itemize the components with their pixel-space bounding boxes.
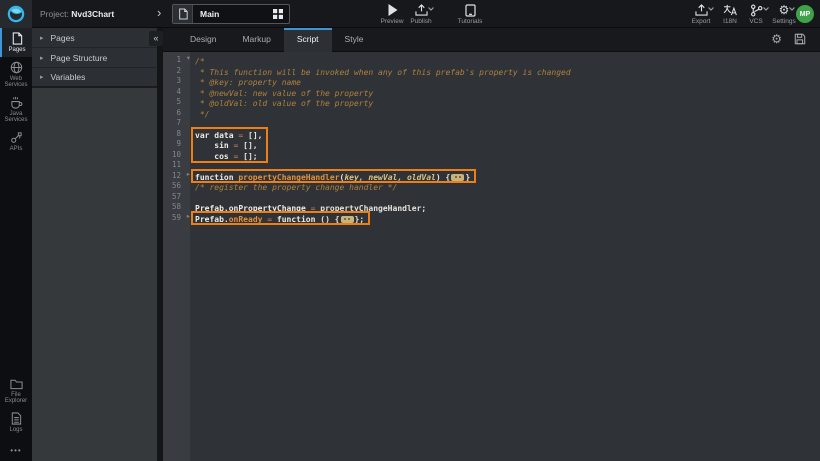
code-line[interactable]: * This function will be invoked when any… <box>190 66 820 77</box>
panel-splitter[interactable] <box>157 28 163 461</box>
rail-item-java-services[interactable]: Java Services <box>0 92 32 127</box>
code-line[interactable] <box>190 118 820 129</box>
pages-file-icon <box>11 32 23 45</box>
user-avatar[interactable]: MP <box>796 5 814 23</box>
code-line[interactable]: sin = [], <box>190 139 820 150</box>
app-logo[interactable] <box>0 0 32 28</box>
rail-item-logs[interactable]: Logs <box>0 408 32 437</box>
tab-design[interactable]: Design <box>177 28 229 52</box>
globe-icon <box>10 61 23 74</box>
panel-section-label: Pages <box>51 33 75 43</box>
line-number: 10 <box>163 150 190 161</box>
line-number: 57 <box>163 192 190 203</box>
chevron-down-icon <box>428 7 434 11</box>
chevron-right-icon: ▸ <box>40 54 44 62</box>
editor-tabs: DesignMarkupScriptStyle <box>163 28 820 52</box>
panel-section-page-structure[interactable]: ▸ Page Structure <box>32 48 157 68</box>
save-icon[interactable] <box>794 33 806 45</box>
export-upload-icon <box>695 4 708 16</box>
panel-collapse-button[interactable]: « <box>149 31 163 46</box>
panel-section-variables[interactable]: ▸ Variables <box>32 68 157 88</box>
wavemaker-logo-icon <box>7 5 25 23</box>
panel-section-label: Page Structure <box>51 53 108 63</box>
log-document-icon <box>10 412 22 425</box>
code-line[interactable]: var data = [], <box>190 129 820 140</box>
coffee-cup-icon <box>10 96 23 109</box>
line-number: 6 <box>163 108 190 119</box>
folded-code-widget[interactable] <box>451 174 464 181</box>
code-line[interactable]: * @oldVal: old value of the property <box>190 97 820 108</box>
tab-style[interactable]: Style <box>332 28 377 52</box>
line-number: 56 <box>163 181 190 192</box>
rail-item-file-explorer[interactable]: File Explorer <box>0 374 32 408</box>
tutorials-tablet-icon <box>465 4 476 16</box>
folder-icon <box>10 378 23 390</box>
project-title: Project: Nvd3Chart <box>40 9 114 19</box>
editor-settings-gear-icon[interactable]: ⚙ <box>771 32 782 46</box>
grid-icon[interactable] <box>273 9 283 19</box>
left-rail: Pages Web Services Java Services APIs Fi… <box>0 28 32 461</box>
project-label: Project: <box>40 9 69 19</box>
code-line[interactable]: Prefab.onPropertyChange = propertyChange… <box>190 202 820 213</box>
chevron-right-icon[interactable]: › <box>157 5 161 20</box>
play-icon <box>387 4 398 16</box>
translate-icon <box>723 4 737 16</box>
code-line[interactable]: cos = []; <box>190 150 820 161</box>
panel-section-pages[interactable]: ▸ Pages <box>32 28 157 48</box>
line-number-gutter: 1▾23456789101112▸56575859▸ <box>163 52 190 461</box>
code-editor[interactable]: 1▾23456789101112▸56575859▸ /* * This fun… <box>163 52 820 461</box>
rail-item-pages[interactable]: Pages <box>0 28 32 57</box>
line-number: 2 <box>163 66 190 77</box>
publish-button[interactable]: Publish <box>403 4 439 25</box>
line-number: 8 <box>163 129 190 140</box>
git-branch-icon <box>750 4 763 16</box>
panel-section-label: Variables <box>51 72 86 82</box>
tab-script[interactable]: Script <box>284 28 332 52</box>
rail-item-apis[interactable]: APIs <box>0 127 32 156</box>
code-line[interactable]: Prefab.onReady = function () {}; <box>190 213 820 224</box>
line-number: 3 <box>163 76 190 87</box>
code-content[interactable]: /* * This function will be invoked when … <box>190 52 820 461</box>
code-line[interactable] <box>190 160 820 171</box>
code-line[interactable]: /* register the property change handler … <box>190 181 820 192</box>
rail-item-web-services[interactable]: Web Services <box>0 57 32 92</box>
page-selector-dropdown[interactable]: Main <box>172 4 290 24</box>
line-number: 9 <box>163 139 190 150</box>
page-selector-value: Main <box>193 9 273 19</box>
gear-icon: ⚙ <box>779 4 790 16</box>
more-options-button[interactable]: ••• <box>0 436 32 455</box>
project-name: Nvd3Chart <box>71 9 114 19</box>
code-line[interactable]: * @newVal: new value of the property <box>190 87 820 98</box>
left-panel: ▸ Pages ▸ Page Structure ▸ Variables <box>32 28 157 461</box>
chevron-down-icon <box>789 7 795 11</box>
page-file-icon <box>173 5 193 23</box>
line-number: 4 <box>163 87 190 98</box>
api-nodes-icon <box>10 131 23 144</box>
editor-tab-bar: DesignMarkupScriptStyle ⚙ <box>163 28 820 52</box>
line-number: 5 <box>163 97 190 108</box>
tab-markup[interactable]: Markup <box>229 28 283 52</box>
code-line[interactable]: function propertyChangeHandler(key, newV… <box>190 171 820 182</box>
code-line[interactable]: /* <box>190 55 820 66</box>
publish-upload-icon <box>415 4 428 16</box>
folded-code-widget[interactable] <box>341 216 354 223</box>
chevron-right-icon: ▸ <box>40 73 44 81</box>
top-bar: Project: Nvd3Chart › Main Preview <box>0 0 820 28</box>
editor-region: DesignMarkupScriptStyle ⚙ 1▾234567891011… <box>163 28 820 461</box>
tutorials-button[interactable]: Tutorials <box>452 4 488 25</box>
chevron-right-icon: ▸ <box>40 34 44 42</box>
line-number: 7 <box>163 118 190 129</box>
